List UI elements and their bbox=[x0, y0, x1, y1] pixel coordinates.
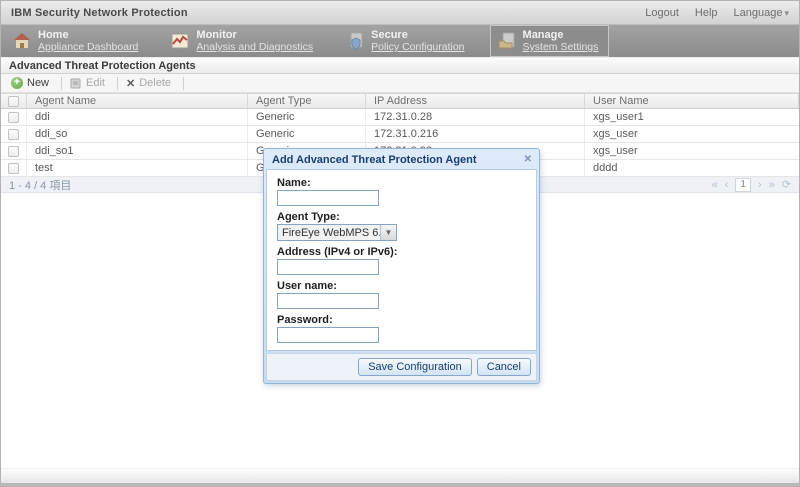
new-button[interactable]: + New bbox=[7, 77, 57, 89]
app-window: IBM Security Network Protection Logout H… bbox=[0, 0, 800, 487]
agent-type-field-label: Agent Type: bbox=[277, 211, 526, 223]
pagination-summary: 1 - 4 / 4 項目 bbox=[9, 177, 71, 193]
current-page-number[interactable]: 1 bbox=[735, 178, 751, 192]
column-header-agent-type[interactable]: Agent Type bbox=[248, 94, 366, 108]
column-header-agent-name[interactable]: Agent Name bbox=[27, 94, 248, 108]
dialog-title: Add Advanced Threat Protection Agent bbox=[272, 154, 477, 166]
tab-monitor[interactable]: Monitor Analysis and Diagnostics bbox=[163, 25, 324, 57]
new-button-label: New bbox=[27, 77, 49, 89]
edit-button[interactable]: Edit bbox=[66, 77, 113, 89]
row-checkbox[interactable] bbox=[8, 146, 19, 157]
refresh-icon[interactable]: ⟳ bbox=[782, 178, 791, 191]
cell-agent-type: Generic bbox=[248, 126, 366, 142]
address-field[interactable] bbox=[277, 259, 379, 275]
close-icon[interactable]: ✕ bbox=[524, 155, 532, 165]
tab-subtitle-link[interactable]: Policy Configuration bbox=[371, 41, 464, 53]
toolbar-divider bbox=[183, 77, 184, 90]
main-nav: Home Appliance Dashboard Monitor Analysi… bbox=[1, 25, 799, 58]
tab-subtitle-link[interactable]: Analysis and Diagnostics bbox=[196, 41, 313, 53]
tab-subtitle-link[interactable]: Appliance Dashboard bbox=[38, 41, 138, 53]
cancel-button[interactable]: Cancel bbox=[477, 358, 531, 376]
table-row[interactable]: ddi_so Generic 172.31.0.216 xgs_user bbox=[1, 126, 799, 143]
row-checkbox[interactable] bbox=[8, 129, 19, 140]
dialog-body: Name: Agent Type: FireEye WebMPS 6.2 ▼ A… bbox=[266, 169, 537, 351]
password-field-label: Password: bbox=[277, 314, 526, 326]
add-agent-dialog: Add Advanced Threat Protection Agent ✕ N… bbox=[263, 148, 540, 384]
agent-type-select[interactable]: FireEye WebMPS 6.2 ▼ bbox=[277, 224, 397, 241]
tab-secure[interactable]: Secure Policy Configuration bbox=[338, 25, 475, 57]
next-page-icon[interactable]: › bbox=[758, 179, 762, 191]
first-page-icon[interactable]: « bbox=[712, 179, 718, 191]
tab-title: Monitor bbox=[196, 29, 313, 41]
cell-agent-name: ddi bbox=[27, 109, 248, 125]
password-field[interactable] bbox=[277, 327, 379, 343]
save-configuration-button[interactable]: Save Configuration bbox=[358, 358, 472, 376]
language-menu[interactable]: Language▾ bbox=[734, 7, 789, 19]
name-field[interactable] bbox=[277, 190, 379, 206]
chevron-down-icon: ▾ bbox=[784, 8, 789, 18]
home-icon bbox=[12, 31, 32, 51]
cell-user-name: dddd bbox=[585, 160, 799, 176]
row-checkbox[interactable] bbox=[8, 163, 19, 174]
username-field-label: User name: bbox=[277, 280, 526, 292]
table-header-row: Agent Name Agent Type IP Address User Na… bbox=[1, 93, 799, 109]
cell-ip-address: 172.31.0.28 bbox=[366, 109, 585, 125]
app-title: IBM Security Network Protection bbox=[11, 7, 188, 19]
toolbar-divider bbox=[117, 77, 118, 90]
cell-agent-name: ddi_so bbox=[27, 126, 248, 142]
delete-button[interactable]: ✕ Delete bbox=[122, 77, 179, 90]
actions-toolbar: + New Edit ✕ Delete bbox=[1, 74, 799, 93]
last-page-icon[interactable]: » bbox=[769, 179, 775, 191]
monitor-chart-icon bbox=[170, 31, 190, 51]
cell-user-name: xgs_user bbox=[585, 126, 799, 142]
tab-title: Home bbox=[38, 29, 138, 41]
tab-title: Secure bbox=[371, 29, 464, 41]
address-field-label: Address (IPv4 or IPv6): bbox=[277, 246, 526, 258]
tab-title: Manage bbox=[523, 29, 599, 41]
agent-type-selected-value: FireEye WebMPS 6.2 bbox=[278, 227, 380, 239]
column-header-ip-address[interactable]: IP Address bbox=[366, 94, 585, 108]
cell-agent-name: test bbox=[27, 160, 248, 176]
toolbar-divider bbox=[61, 77, 62, 90]
delete-x-icon: ✕ bbox=[126, 77, 135, 90]
tab-subtitle-link[interactable]: System Settings bbox=[523, 41, 599, 53]
cell-user-name: xgs_user bbox=[585, 143, 799, 159]
logout-link[interactable]: Logout bbox=[645, 7, 679, 19]
header-links: Logout Help Language▾ bbox=[645, 7, 789, 19]
tab-manage[interactable]: Manage System Settings bbox=[490, 25, 610, 57]
username-field[interactable] bbox=[277, 293, 379, 309]
edit-icon bbox=[70, 77, 82, 89]
column-header-user-name[interactable]: User Name bbox=[585, 94, 799, 108]
name-field-label: Name: bbox=[277, 177, 526, 189]
edit-button-label: Edit bbox=[86, 77, 105, 89]
cell-agent-name: ddi_so1 bbox=[27, 143, 248, 159]
help-link[interactable]: Help bbox=[695, 7, 718, 19]
select-all-checkbox[interactable] bbox=[8, 96, 19, 107]
row-checkbox[interactable] bbox=[8, 112, 19, 123]
pagination-controls: « ‹ 1 › » ⟳ bbox=[712, 178, 791, 192]
prev-page-icon[interactable]: ‹ bbox=[725, 179, 729, 191]
chevron-down-icon[interactable]: ▼ bbox=[380, 225, 396, 240]
manage-settings-icon bbox=[497, 31, 517, 51]
page-footer-strip bbox=[1, 468, 799, 486]
section-header: Advanced Threat Protection Agents bbox=[1, 58, 799, 74]
cell-agent-type: Generic bbox=[248, 109, 366, 125]
delete-button-label: Delete bbox=[139, 77, 171, 89]
cell-user-name: xgs_user1 bbox=[585, 109, 799, 125]
top-header-bar: IBM Security Network Protection Logout H… bbox=[1, 1, 799, 25]
dialog-title-bar[interactable]: Add Advanced Threat Protection Agent ✕ bbox=[266, 151, 537, 169]
table-row[interactable]: ddi Generic 172.31.0.28 xgs_user1 bbox=[1, 109, 799, 126]
cell-ip-address: 172.31.0.216 bbox=[366, 126, 585, 142]
dialog-footer: Save Configuration Cancel bbox=[266, 353, 537, 381]
tab-home[interactable]: Home Appliance Dashboard bbox=[5, 25, 149, 57]
secure-shield-icon bbox=[345, 31, 365, 51]
page-title: Advanced Threat Protection Agents bbox=[9, 60, 196, 72]
add-icon: + bbox=[11, 77, 23, 89]
